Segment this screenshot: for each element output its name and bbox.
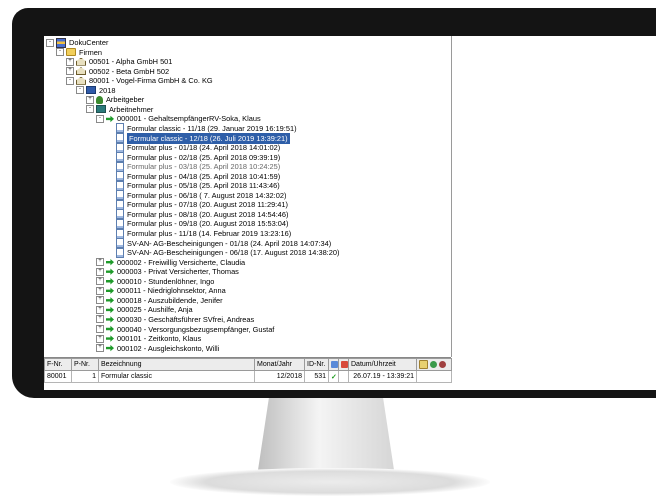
expand-icon[interactable]: + bbox=[96, 258, 104, 267]
col-header-datum[interactable]: Datum/Uhrzeit bbox=[348, 358, 417, 371]
building-icon bbox=[76, 57, 86, 66]
employees-icon bbox=[96, 105, 106, 114]
collapse-icon[interactable]: - bbox=[76, 86, 84, 95]
status-icon bbox=[331, 360, 338, 368]
col-header-pnr[interactable]: P-Nr. bbox=[71, 358, 99, 371]
dokucenter-tree[interactable]: - DokuCenter - Firmen +00501 - Alpha GmbH 50… bbox=[44, 36, 452, 357]
grid-header-row: F-Nr. P-Nr. Bezeichnung Monat/Jahr ID-Nr… bbox=[44, 358, 452, 371]
expand-icon[interactable]: + bbox=[96, 286, 104, 295]
cell-bezeichnung: Formular classic bbox=[98, 370, 255, 383]
cell-attachment bbox=[338, 370, 349, 383]
arrow-icon bbox=[106, 306, 114, 314]
table-row[interactable]: 80001 1 Formular classic 12/2018 531 ✓ 2… bbox=[44, 370, 452, 383]
cell-fnr: 80001 bbox=[44, 370, 72, 383]
monitor-bezel: - DokuCenter - Firmen +00501 - Alpha GmbH 50… bbox=[12, 8, 657, 398]
expand-icon[interactable]: + bbox=[96, 334, 104, 343]
cell-monat-jahr: 12/2018 bbox=[254, 370, 305, 383]
col-header-attachment[interactable] bbox=[338, 358, 349, 371]
check-icon: ✓ bbox=[328, 370, 339, 383]
collapse-icon[interactable]: - bbox=[86, 105, 94, 114]
collapse-icon[interactable]: - bbox=[56, 48, 64, 57]
arrow-icon bbox=[106, 278, 114, 285]
cell-pnr: 1 bbox=[71, 370, 99, 383]
col-header-status[interactable] bbox=[328, 358, 339, 371]
expand-icon[interactable]: + bbox=[66, 67, 74, 76]
cell-id-nr: 531 bbox=[304, 370, 329, 383]
calendar-folder-icon bbox=[86, 86, 96, 95]
expand-icon[interactable]: + bbox=[96, 315, 104, 324]
app-window: - DokuCenter - Firmen +00501 - Alpha GmbH 50… bbox=[44, 36, 657, 390]
expand-icon[interactable]: + bbox=[96, 296, 104, 305]
attachment-icon bbox=[341, 360, 348, 368]
expand-icon[interactable]: + bbox=[66, 57, 74, 66]
expand-icon[interactable]: + bbox=[96, 267, 104, 276]
monitor-stand bbox=[258, 398, 394, 470]
mail-icon bbox=[419, 360, 428, 369]
building-icon bbox=[76, 76, 86, 85]
arrow-icon bbox=[106, 335, 114, 342]
arrow-icon bbox=[106, 316, 114, 323]
arrow-icon bbox=[106, 287, 114, 294]
collapse-icon[interactable]: - bbox=[46, 38, 54, 47]
arrow-icon bbox=[106, 325, 114, 333]
cell-flags bbox=[416, 370, 452, 383]
cell-datum: 26.07.19 - 13:39:21 bbox=[348, 370, 417, 383]
tree-item-label: 000102 - Ausgleichskonto, Willi bbox=[117, 343, 220, 353]
folder-icon bbox=[66, 48, 76, 57]
expand-icon[interactable]: + bbox=[96, 325, 104, 333]
expand-icon[interactable]: + bbox=[86, 95, 94, 104]
col-header-bezeichnung[interactable]: Bezeichnung bbox=[98, 358, 255, 371]
arrow-icon bbox=[106, 258, 114, 266]
collapse-icon[interactable]: - bbox=[66, 76, 74, 85]
globe-icon bbox=[429, 361, 437, 368]
building-icon bbox=[76, 67, 86, 76]
expand-icon[interactable]: + bbox=[96, 305, 104, 314]
arrow-icon bbox=[106, 344, 114, 352]
col-header-monat-jahr[interactable]: Monat/Jahr bbox=[254, 358, 305, 371]
employer-icon bbox=[96, 95, 103, 104]
col-header-id-nr[interactable]: ID-Nr. bbox=[304, 358, 329, 371]
arrow-icon bbox=[106, 268, 114, 275]
expand-icon[interactable]: + bbox=[96, 344, 104, 353]
col-header-flags[interactable] bbox=[416, 358, 452, 371]
collapse-icon[interactable]: - bbox=[96, 114, 104, 123]
tree-item[interactable]: +000102 - Ausgleichskonto, Willi bbox=[96, 343, 219, 354]
monitor-base bbox=[170, 468, 490, 496]
record-icon bbox=[438, 361, 446, 368]
arrow-icon bbox=[106, 297, 114, 304]
expand-icon[interactable]: + bbox=[96, 277, 104, 286]
arrow-icon bbox=[106, 115, 114, 123]
document-grid: F-Nr. P-Nr. Bezeichnung Monat/Jahr ID-Nr… bbox=[44, 357, 452, 390]
col-header-fnr[interactable]: F-Nr. bbox=[44, 358, 72, 371]
